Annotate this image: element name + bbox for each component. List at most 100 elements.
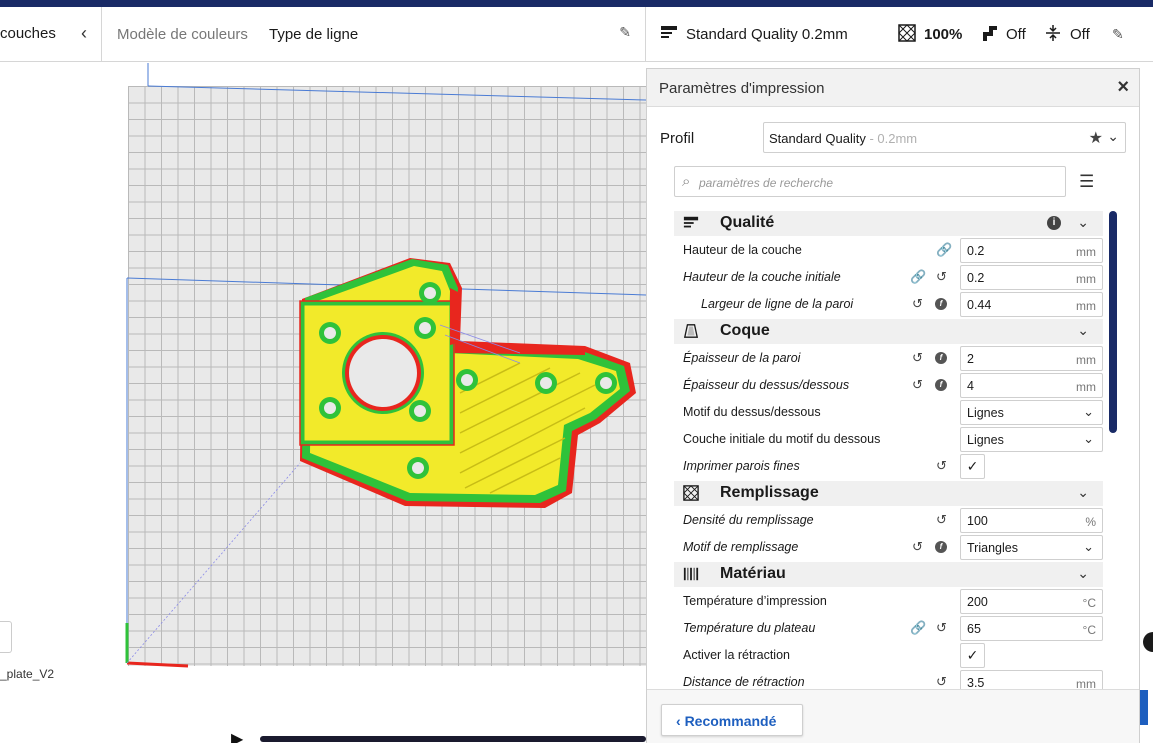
function-icon: f [935,352,947,364]
category-label: Remplissage [720,484,819,501]
retraction-distance-input[interactable]: 3.5 mm [960,670,1103,689]
support-icon [983,26,997,41]
recommended-button[interactable]: ‹ Recommandé [661,704,803,736]
profile-dropdown[interactable]: Standard Quality - 0.2mm ★ ⌄ [763,122,1126,153]
profile-dropdown-value: Standard Quality - 0.2mm [769,131,918,146]
top-bottom-pattern-select[interactable]: Lignes ⌄ [960,400,1103,425]
wall-line-width-input[interactable]: 0.44 mm [960,292,1103,317]
setting-row-enable-retraction: Activer la rétraction ✓ [674,642,1103,669]
material-icon [683,567,699,581]
collapsed-side-tab[interactable] [0,621,12,653]
setting-label: Température d’impression [683,594,827,608]
star-icon[interactable]: ★ [1089,128,1103,148]
reset-icon[interactable]: ↺ [936,512,947,528]
infill-summary-value: 100% [924,26,963,43]
quality-icon [661,26,677,38]
print-settings-panel: Paramètres d'impression × Profil Standar… [646,68,1140,743]
enable-retraction-checkbox[interactable]: ✓ [960,643,985,668]
reset-icon[interactable]: ↺ [912,539,923,555]
chevron-down-icon: ⌄ [1083,404,1094,419]
reset-icon[interactable]: ↺ [912,377,923,393]
color-scheme-value: Type de ligne [269,26,359,43]
chevron-down-icon: ⌄ [1083,539,1094,554]
panel-footer: ‹ Recommandé [647,689,1139,743]
reset-icon[interactable]: ↺ [936,620,947,636]
adhesion-icon [1046,25,1060,41]
category-label: Matériau [720,565,786,582]
x-axis-line [126,661,189,668]
window-top-strip [0,0,1153,7]
reset-icon[interactable]: ↺ [936,458,947,474]
layer-path-slider[interactable] [260,736,646,742]
infill-icon [683,485,699,501]
chevron-down-icon[interactable]: ⌄ [1077,214,1089,231]
chevron-down-icon: ⌄ [1107,128,1119,144]
infill-pattern-select[interactable]: Triangles ⌄ [960,535,1103,560]
play-icon[interactable]: ▶ [231,729,243,743]
category-remplissage[interactable]: Remplissage ⌄ [674,481,1103,506]
category-label: Coque [720,322,770,339]
chevron-down-icon[interactable]: ⌄ [1077,484,1089,501]
menu-icon[interactable]: ☰ [1079,172,1094,192]
info-icon[interactable]: i [1047,216,1061,230]
support-summary-value: Off [1006,26,1026,43]
setting-row-infill-pattern: Motif de remplissage ↺ f Triangles ⌄ [674,534,1103,561]
setting-label: Distance de rétraction [683,675,805,689]
chevron-left-icon[interactable]: ‹ [81,23,87,44]
setting-label: Température du plateau [683,621,816,635]
setting-row-top-bottom-thickness: Épaisseur du dessus/dessous ↺ f 4 mm [674,372,1103,399]
setting-label: Couche initiale du motif du dessous [683,432,881,446]
setting-label: Densité du remplissage [683,513,814,527]
setting-row-initial-layer-height: Hauteur de la couche initiale 🔗 ↺ 0.2 mm [674,264,1103,291]
chevron-down-icon[interactable]: ⌄ [1077,322,1089,339]
setting-row-top-bottom-pattern: Motif du dessus/dessous Lignes ⌄ [674,399,1103,426]
travel-move-line [126,462,301,664]
top-bottom-thickness-input[interactable]: 4 mm [960,373,1103,398]
3d-viewport[interactable]: _plate_V2 ▶ [0,63,646,743]
bed-edge-line [147,85,646,101]
wall-thickness-input[interactable]: 2 mm [960,346,1103,371]
sliced-model[interactable] [299,258,636,508]
category-materiau[interactable]: Matériau ⌄ [674,562,1103,587]
reset-icon[interactable]: ↺ [936,674,947,689]
infill-density-input[interactable]: 100% [960,508,1103,533]
reset-icon[interactable]: ↺ [936,269,947,285]
color-scheme-selector[interactable]: Modèle de couleurs Type de ligne ✎ [102,7,646,62]
initial-layer-height-input[interactable]: 0.2 mm [960,265,1103,290]
settings-scrollbar[interactable] [1109,211,1117,433]
reset-icon[interactable]: ↺ [912,296,923,312]
profile-summary-label: Standard Quality 0.2mm [686,26,848,43]
category-qualite[interactable]: Qualité i ⌄ [674,211,1103,236]
search-placeholder: paramètres de recherche [699,176,834,190]
print-settings-summary[interactable]: Standard Quality 0.2mm 100% Off Off ✎ [646,7,1153,62]
slice-button-edge[interactable] [1140,690,1148,725]
setting-label: Hauteur de la couche [683,243,802,257]
bed-temperature-input[interactable]: 65 °C [960,616,1103,641]
print-temperature-input[interactable]: 200 °C [960,589,1103,614]
pencil-icon[interactable]: ✎ [1112,26,1124,43]
layer-view-selector[interactable]: couches ‹ [0,7,102,62]
model-filename: _plate_V2 [0,667,55,681]
layer-height-input[interactable]: 0.2 mm [960,238,1103,263]
settings-search-input[interactable]: ⌕ paramètres de recherche [674,166,1066,197]
initial-bottom-pattern-select[interactable]: Lignes ⌄ [960,427,1103,452]
link-icon: 🔗 [910,620,927,635]
category-coque[interactable]: Coque ⌄ [674,319,1103,344]
setting-row-wall-thickness: Épaisseur de la paroi ↺ f 2 mm [674,345,1103,372]
function-icon: f [935,298,947,310]
setting-label: Largeur de ligne de la paroi [701,297,854,311]
pencil-icon[interactable]: ✎ [619,24,631,41]
setting-label: Hauteur de la couche initiale [683,270,841,284]
setting-label: Motif du dessus/dessous [683,405,821,419]
link-icon: 🔗 [936,242,953,257]
settings-list: Qualité i ⌄ Hauteur de la couche 🔗 0.2 mm… [674,211,1104,689]
setting-row-retraction-distance: Distance de rétraction ↺ 3.5 mm [674,669,1103,689]
chevron-down-icon[interactable]: ⌄ [1077,565,1089,582]
reset-icon[interactable]: ↺ [912,350,923,366]
setting-label: Épaisseur de la paroi [683,351,801,365]
print-thin-walls-checkbox[interactable]: ✓ [960,454,985,479]
center-hole [349,339,417,407]
color-scheme-label: Modèle de couleurs [117,26,248,43]
infill-icon [898,24,916,42]
close-icon[interactable]: × [1117,76,1129,99]
